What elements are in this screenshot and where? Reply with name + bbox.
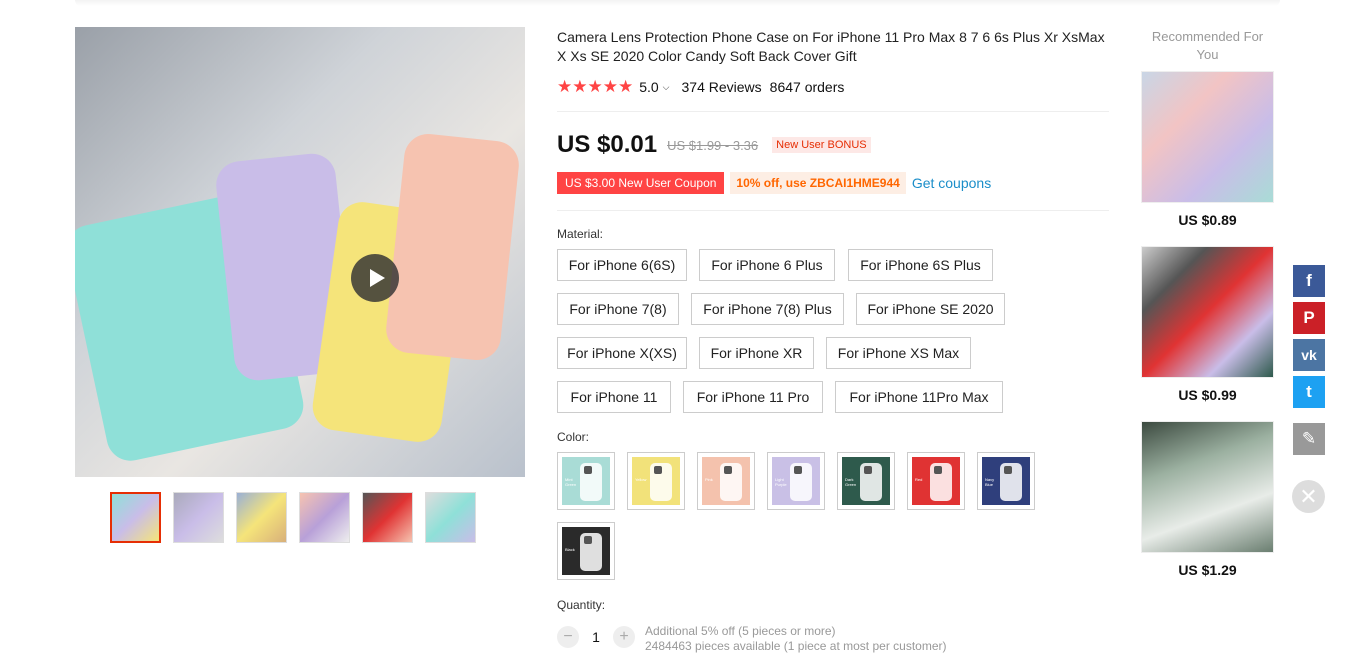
recommended-item[interactable]: US $0.89 xyxy=(1141,71,1274,228)
swatch-label: Mint Green xyxy=(565,477,577,487)
material-option[interactable]: For iPhone 6(6S) xyxy=(557,249,687,281)
material-option[interactable]: For iPhone XS Max xyxy=(826,337,971,369)
get-coupons-link[interactable]: Get coupons xyxy=(912,175,991,191)
thumbnail[interactable] xyxy=(110,492,161,543)
thumbnail-strip xyxy=(110,492,476,543)
material-option[interactable]: For iPhone 7(8) Plus xyxy=(691,293,844,325)
facebook-share-icon[interactable]: f xyxy=(1293,265,1325,297)
color-swatch[interactable]: Red xyxy=(907,452,965,510)
swatch-label: Red xyxy=(915,477,923,482)
original-price: US $1.99 - 3.36 xyxy=(667,137,759,153)
increase-quantity-button[interactable]: + xyxy=(613,626,635,648)
close-icon[interactable]: ✕ xyxy=(1292,480,1325,513)
quantity-label: Quantity: xyxy=(557,598,606,612)
camera-icon xyxy=(724,466,732,474)
material-option[interactable]: For iPhone 11 Pro xyxy=(683,381,823,413)
coupon-row: US $3.00 New User Coupon 10% off, use ZB… xyxy=(557,172,991,194)
recommended-item[interactable]: US $0.99 xyxy=(1141,246,1274,403)
color-label: Color: xyxy=(557,430,590,444)
camera-icon xyxy=(584,536,592,544)
thumbnail[interactable] xyxy=(425,492,476,543)
color-swatch[interactable]: Light Purple xyxy=(767,452,825,510)
recommended-image[interactable] xyxy=(1141,421,1274,553)
decrease-quantity-button[interactable]: − xyxy=(557,626,579,648)
video-play-button[interactable] xyxy=(351,254,399,302)
material-option[interactable]: For iPhone SE 2020 xyxy=(856,293,1005,325)
material-option[interactable]: For iPhone 11Pro Max xyxy=(835,381,1003,413)
swatch-label: Black xyxy=(565,547,575,552)
bulk-discount-note: Additional 5% off (5 pieces or more) xyxy=(645,624,836,638)
swatch-image: Dark Green xyxy=(842,457,890,505)
color-swatch[interactable]: Mint Green xyxy=(557,452,615,510)
rating-value[interactable]: 5.0 xyxy=(639,79,658,95)
quantity-input[interactable]: 1 xyxy=(579,629,613,645)
camera-icon xyxy=(794,466,802,474)
swatch-image: Yellow xyxy=(632,457,680,505)
chevron-down-icon[interactable]: ⌵ xyxy=(663,82,670,93)
color-swatch[interactable]: Black xyxy=(557,522,615,580)
thumbnail[interactable] xyxy=(362,492,413,543)
divider xyxy=(557,210,1109,211)
twitter-share-icon[interactable]: t xyxy=(1293,376,1325,408)
phone-case-pink xyxy=(383,131,522,363)
swatch-label: Pink xyxy=(705,477,713,482)
recommended-image[interactable] xyxy=(1141,246,1274,378)
new-user-coupon[interactable]: US $3.00 New User Coupon xyxy=(557,172,725,194)
reviews-link[interactable]: 374 Reviews xyxy=(682,79,762,95)
price-row: US $0.01 US $1.99 - 3.36 New User BONUS xyxy=(557,131,871,159)
camera-icon xyxy=(934,466,942,474)
thumbnail[interactable] xyxy=(173,492,224,543)
material-option[interactable]: For iPhone 6 Plus xyxy=(699,249,835,281)
header-shadow xyxy=(75,0,1280,6)
material-option[interactable]: For iPhone 7(8) xyxy=(557,293,679,325)
stock-availability-note: 2484463 pieces available (1 piece at mos… xyxy=(645,639,947,653)
swatch-image: Navy Blue xyxy=(982,457,1030,505)
quantity-note: Additional 5% off (5 pieces or more) 248… xyxy=(645,624,947,654)
recommended-price: US $1.29 xyxy=(1178,562,1237,578)
material-option[interactable]: For iPhone XR xyxy=(699,337,814,369)
material-option[interactable]: For iPhone 11 xyxy=(557,381,671,413)
swatch-image: Pink xyxy=(702,457,750,505)
thumbnail[interactable] xyxy=(299,492,350,543)
current-price: US $0.01 xyxy=(557,131,658,158)
thumbnail[interactable] xyxy=(236,492,287,543)
star-rating-icon: ★★★★★ xyxy=(557,77,634,96)
recommended-item[interactable]: US $1.29 xyxy=(1141,421,1274,578)
vk-share-icon[interactable]: vk xyxy=(1293,339,1325,371)
color-swatch[interactable]: Yellow xyxy=(627,452,685,510)
rating-row: ★★★★★ 5.0 ⌵ 374 Reviews 8647 orders xyxy=(557,77,844,97)
recommended-price: US $0.99 xyxy=(1178,387,1237,403)
edit-icon[interactable]: ✎ xyxy=(1293,423,1325,455)
material-option[interactable]: For iPhone X(XS) xyxy=(557,337,687,369)
color-swatch[interactable]: Pink xyxy=(697,452,755,510)
camera-icon xyxy=(654,466,662,474)
camera-icon xyxy=(864,466,872,474)
swatch-label: Yellow xyxy=(635,477,647,482)
main-product-image[interactable] xyxy=(75,27,525,477)
swatch-label: Navy Blue xyxy=(985,477,995,487)
camera-icon xyxy=(584,466,592,474)
swatch-image: Red xyxy=(912,457,960,505)
coupon-code-badge: 10% off, use ZBCAI1HME944 xyxy=(730,172,906,194)
recommended-price: US $0.89 xyxy=(1178,212,1237,228)
color-swatch[interactable]: Navy Blue xyxy=(977,452,1035,510)
product-title: Camera Lens Protection Phone Case on For… xyxy=(557,29,1105,64)
orders-count: 8647 orders xyxy=(769,79,845,95)
pinterest-share-icon[interactable]: P xyxy=(1293,302,1325,334)
swatch-image: Light Purple xyxy=(772,457,820,505)
divider xyxy=(557,111,1109,112)
material-label: Material: xyxy=(557,227,604,241)
material-option[interactable]: For iPhone 6S Plus xyxy=(848,249,993,281)
swatch-label: Light Purple xyxy=(775,477,787,487)
swatch-image: Mint Green xyxy=(562,457,610,505)
recommended-title: Recommended For You xyxy=(1151,29,1264,62)
camera-icon xyxy=(1004,466,1012,474)
swatch-label: Dark Green xyxy=(845,477,857,487)
swatch-image: Black xyxy=(562,527,610,575)
quantity-stepper: − 1 + xyxy=(557,626,635,648)
color-swatch[interactable]: Dark Green xyxy=(837,452,895,510)
recommended-image[interactable] xyxy=(1141,71,1274,203)
new-user-bonus-badge: New User BONUS xyxy=(772,137,871,153)
